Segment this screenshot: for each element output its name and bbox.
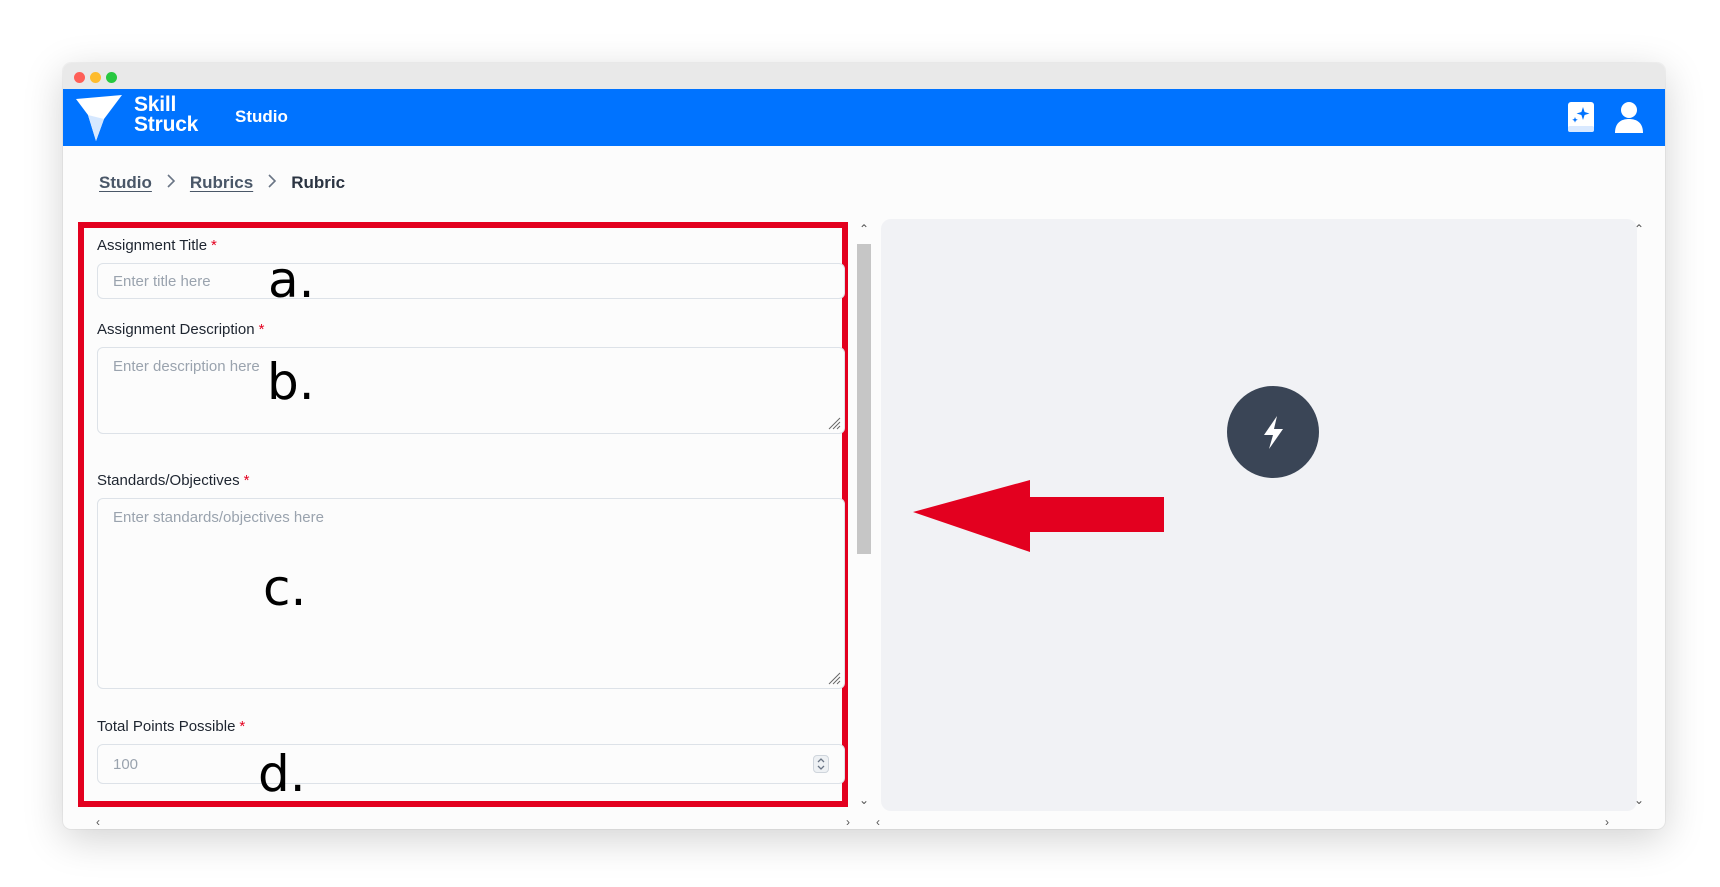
assignment-title-input[interactable]: Enter title here (97, 263, 845, 299)
assignment-description-label-text: Assignment Description (97, 321, 255, 338)
user-icon[interactable] (1613, 100, 1645, 134)
highlight-frame: Assignment Title * Enter title here a. As… (78, 222, 848, 807)
minimize-window-button[interactable] (90, 72, 101, 83)
skill-struck-logo-icon[interactable] (74, 93, 124, 143)
assignment-title-label-text: Assignment Title (97, 237, 208, 254)
breadcrumb-separator-icon (267, 173, 277, 193)
browser-window: Skill Struck Studio Studio Rubrics Rubri… (63, 63, 1665, 829)
scrollbar-thumb[interactable] (857, 244, 871, 554)
total-points-input[interactable]: 100 (97, 744, 845, 784)
brand-line-2: Struck (134, 113, 199, 136)
scroll-up-icon[interactable]: ⌃ (856, 222, 872, 236)
required-marker: * (243, 472, 250, 489)
preview-vertical-scrollbar[interactable]: ⌃ ⌄ (1631, 222, 1647, 807)
standards-objectives-textarea[interactable]: Enter standards/objectives here (97, 498, 845, 689)
close-window-button[interactable] (74, 72, 85, 83)
total-points-placeholder: 100 (113, 756, 139, 773)
assignment-title-placeholder: Enter title here (113, 273, 211, 290)
app-name[interactable]: Studio (235, 107, 288, 127)
app-header: Skill Struck Studio (63, 89, 1665, 146)
standards-objectives-placeholder: Enter standards/objectives here (113, 509, 324, 526)
total-points-label: Total Points Possible * (97, 718, 245, 735)
magic-book-icon[interactable] (1565, 100, 1597, 134)
standards-objectives-label: Standards/Objectives * (97, 472, 249, 489)
form-horizontal-scrollbar[interactable]: ‹ › (90, 815, 856, 829)
generate-bolt-button[interactable] (1227, 386, 1319, 478)
annotation-a: a. (268, 251, 315, 309)
scroll-left-icon[interactable]: ‹ (90, 815, 106, 829)
brand-line-1: Skill (134, 93, 177, 116)
form-vertical-scrollbar[interactable]: ⌃ ⌄ (856, 222, 872, 807)
required-marker: * (211, 237, 217, 254)
breadcrumb-current: Rubric (291, 173, 346, 192)
annotation-c: c. (263, 559, 307, 617)
red-pointer-arrow-icon (913, 480, 1164, 552)
standards-objectives-label-text: Standards/Objectives (97, 472, 240, 489)
maximize-window-button[interactable] (106, 72, 117, 83)
scroll-down-icon[interactable]: ⌄ (1631, 793, 1647, 807)
scroll-right-icon[interactable]: › (1599, 815, 1615, 829)
number-stepper[interactable] (813, 755, 829, 773)
lightning-bolt-icon (1264, 416, 1283, 449)
total-points-label-text: Total Points Possible (97, 718, 236, 735)
window-titlebar (63, 63, 1665, 89)
scroll-up-icon[interactable]: ⌃ (1631, 222, 1647, 236)
scroll-left-icon[interactable]: ‹ (870, 815, 886, 829)
stepper-arrows-icon (817, 758, 825, 770)
scroll-down-icon[interactable]: ⌄ (856, 793, 872, 807)
assignment-description-placeholder: Enter description here (113, 358, 260, 375)
breadcrumb-rubrics[interactable]: Rubrics (190, 173, 253, 193)
breadcrumb-studio[interactable]: Studio (99, 173, 152, 193)
assignment-description-label: Assignment Description * (97, 321, 264, 338)
scroll-right-icon[interactable]: › (840, 815, 856, 829)
form-scroll-area: Assignment Title * Enter title here a. As… (90, 234, 848, 807)
required-marker: * (239, 718, 246, 735)
brand-name[interactable]: Skill Struck (134, 93, 199, 136)
resize-grip-icon[interactable] (828, 417, 841, 430)
breadcrumb-separator-icon (166, 173, 176, 193)
rubric-form-pane: Assignment Title * Enter title here a. As… (78, 222, 853, 807)
assignment-description-textarea[interactable]: Enter description here (97, 347, 845, 434)
breadcrumb: Studio Rubrics Rubric (99, 173, 345, 193)
required-marker: * (258, 321, 265, 338)
preview-horizontal-scrollbar[interactable]: ‹ › (870, 815, 1615, 829)
resize-grip-icon[interactable] (828, 672, 841, 685)
annotation-d: d. (258, 745, 306, 803)
assignment-title-label: Assignment Title * (97, 237, 217, 254)
annotation-b: b. (267, 353, 315, 411)
